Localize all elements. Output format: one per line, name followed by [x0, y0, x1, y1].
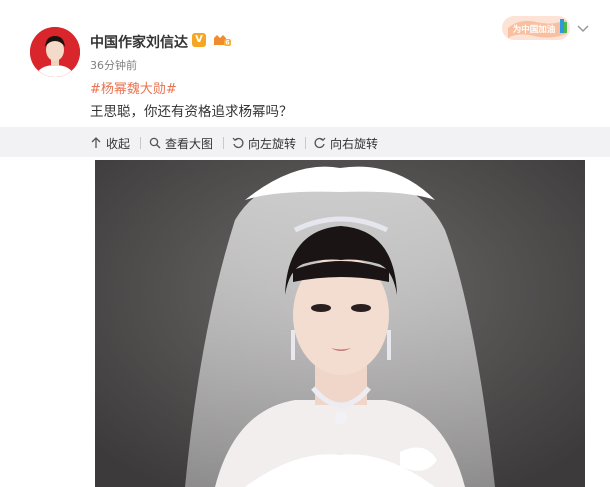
divider: [305, 137, 306, 149]
author-name[interactable]: 中国作家刘信达: [90, 32, 188, 52]
topic-link[interactable]: #杨幂魏大勋#: [90, 78, 177, 97]
weibo-post-card: 中国作家刘信达 V 6 36分钟前 #杨幂魏大勋# 王思聪，你还有资格追求杨幂吗…: [0, 0, 610, 487]
rotate-left-icon: [232, 137, 244, 149]
collapse-button[interactable]: 收起: [90, 135, 130, 151]
avatar[interactable]: [30, 27, 80, 77]
vip-member-icon[interactable]: 6: [212, 33, 232, 47]
rotate-right-icon: [314, 137, 326, 149]
chevron-down-icon[interactable]: [577, 24, 589, 34]
post-image[interactable]: [95, 160, 585, 487]
magnifier-icon: [149, 137, 161, 149]
post-text: 王思聪，你还有资格追求杨幂吗？: [90, 104, 293, 120]
collapse-up-icon: [91, 137, 101, 148]
campaign-badge[interactable]: 为中国加油: [500, 14, 572, 42]
bride-photo: [95, 160, 585, 487]
divider: [223, 137, 224, 149]
avatar-image: [30, 27, 80, 77]
rotate-right-button[interactable]: 向右旋转: [314, 135, 378, 151]
post-time[interactable]: 36分钟前: [90, 57, 137, 73]
divider: [140, 137, 141, 149]
campaign-badge-label: 为中国加油: [513, 24, 556, 35]
image-toolbar: 收起 查看大图 向左旋转 向右旋转: [0, 127, 610, 157]
rotate-left-label: 向左旋转: [248, 136, 297, 151]
rotate-left-button[interactable]: 向左旋转: [232, 135, 296, 151]
rotate-right-label: 向右旋转: [330, 136, 379, 151]
view-large-label: 查看大图: [165, 136, 214, 151]
svg-text:6: 6: [225, 40, 229, 47]
view-large-button[interactable]: 查看大图: [149, 135, 213, 151]
collapse-label: 收起: [106, 136, 131, 151]
verified-icon: V: [192, 33, 206, 47]
